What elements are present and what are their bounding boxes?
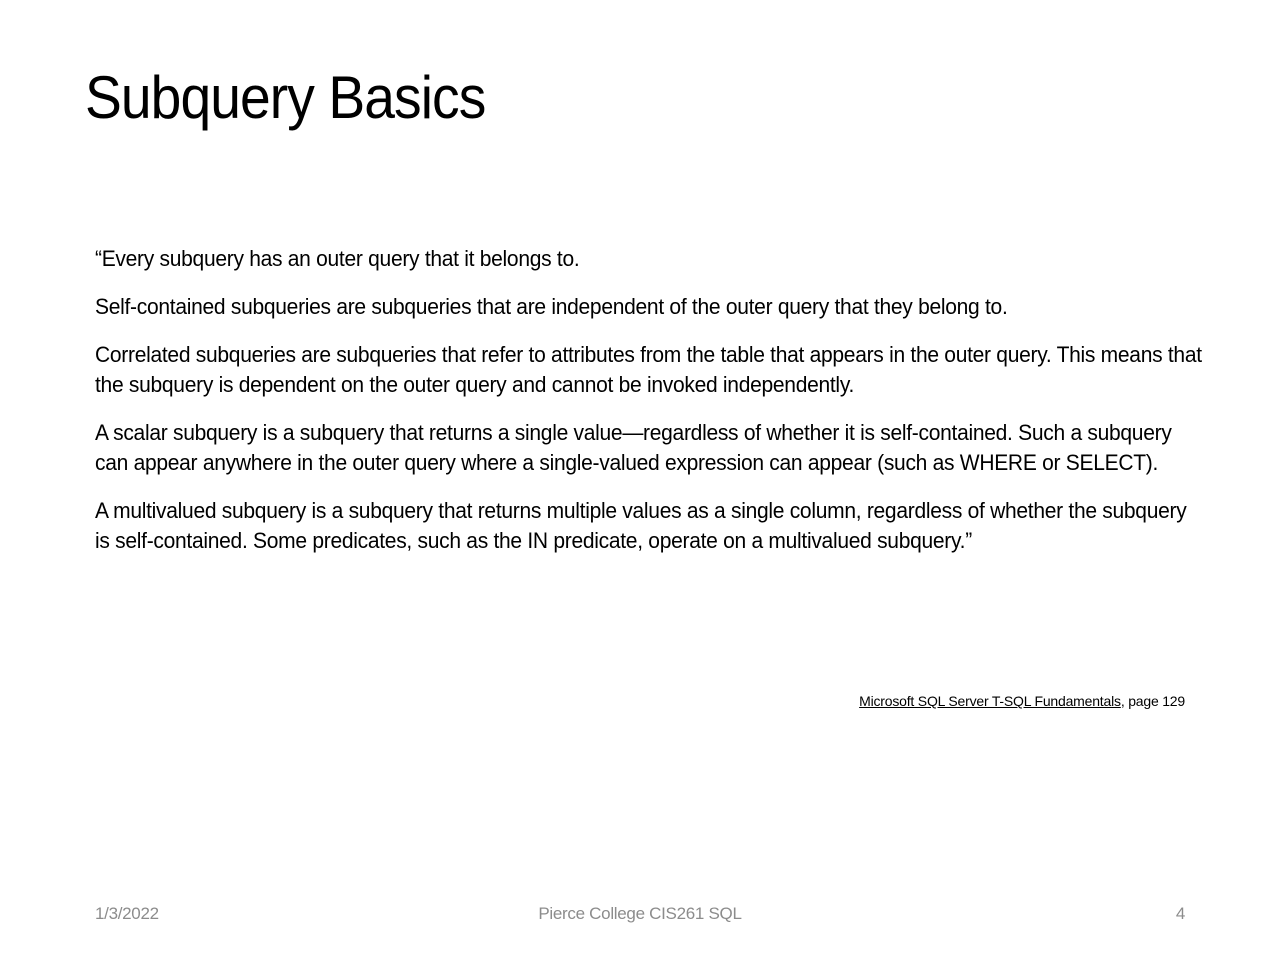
citation: Microsoft SQL Server T-SQL Fundamentals,…	[859, 693, 1185, 709]
paragraph-self-contained: Self-contained subqueries are subqueries…	[95, 294, 1008, 319]
citation-page: , page 129	[1120, 693, 1185, 709]
citation-source: Microsoft SQL Server T-SQL Fundamentals	[859, 693, 1121, 709]
paragraph-intro: “Every subquery has an outer query that …	[95, 246, 580, 271]
footer-title: Pierce College CIS261 SQL	[538, 904, 742, 923]
paragraph-correlated: Correlated subqueries are subqueries tha…	[95, 342, 1202, 397]
paragraph-scalar: A scalar subquery is a subquery that ret…	[95, 420, 1172, 475]
slide-body: “Every subquery has an outer query that …	[95, 244, 1205, 574]
slide-number: 4	[1175, 904, 1185, 923]
slide-title: Subquery Basics	[85, 64, 486, 131]
paragraph-multivalued: A multivalued subquery is a subquery tha…	[95, 498, 1187, 553]
